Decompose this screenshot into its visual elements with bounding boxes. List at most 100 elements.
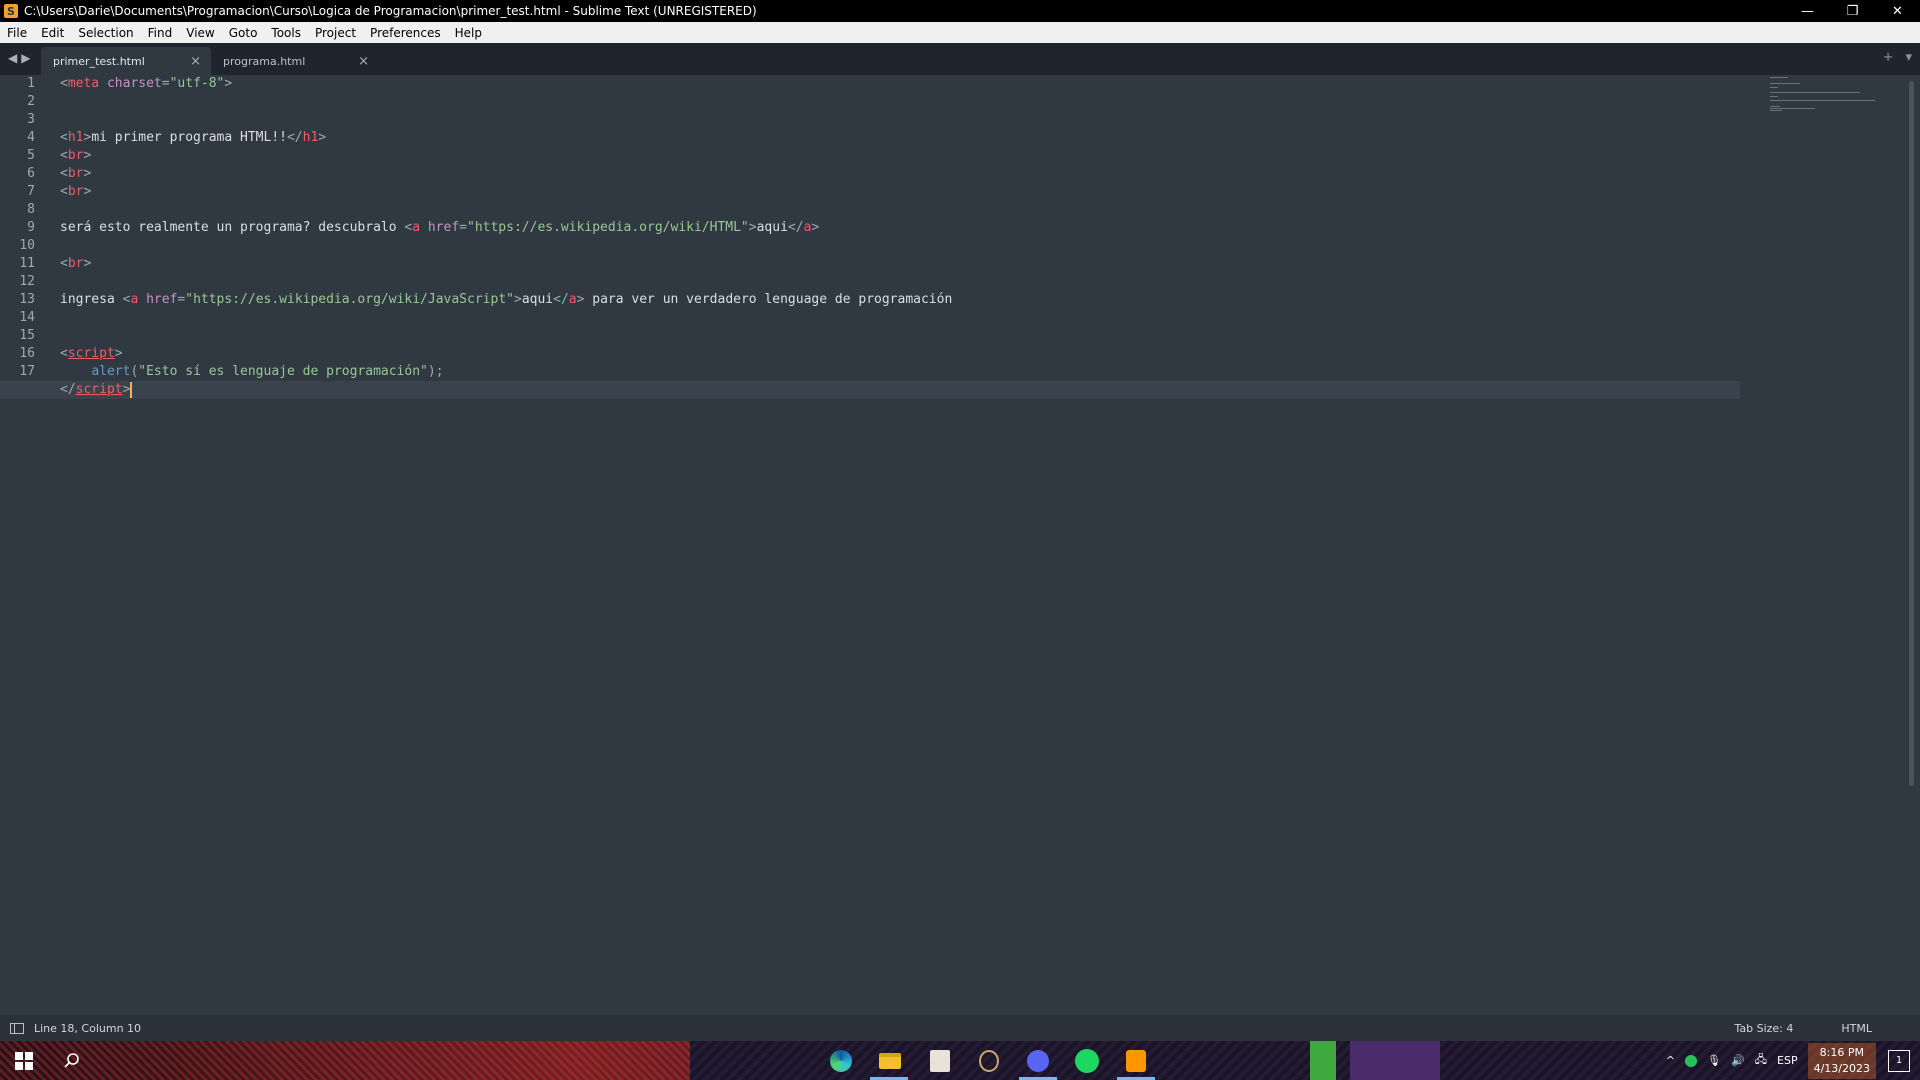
start-button[interactable] [12, 1049, 36, 1073]
tab-navigation: ◀ ▶ [8, 51, 30, 65]
sublime-icon [1126, 1050, 1146, 1072]
code-line: <meta charset="utf-8"> [60, 76, 233, 91]
menu-edit[interactable]: Edit [34, 26, 71, 40]
clock-time: 8:16 PM [1819, 1045, 1864, 1059]
line-number: 16 [19, 346, 35, 361]
code-line: será esto realmente un programa? descubr… [60, 220, 820, 235]
folder-icon [879, 1053, 901, 1069]
input-language[interactable]: ESP [1777, 1054, 1798, 1067]
spotify-taskbar-button[interactable] [1075, 1049, 1099, 1073]
minimap[interactable] [1770, 75, 1880, 135]
volume-icon[interactable]: 🔊 [1731, 1054, 1745, 1067]
tab-label: primer_test.html [53, 54, 145, 68]
title-bar: S C:\Users\Darie\Documents\Programacion\… [0, 0, 1920, 22]
code-content[interactable]: <meta charset="utf-8"> <h1>mi primer pro… [0, 75, 1740, 399]
minimap-line [1770, 106, 1780, 107]
tab-size[interactable]: Tab Size: 4 [1734, 1022, 1793, 1035]
notification-center-icon[interactable]: 1 [1888, 1049, 1910, 1072]
sublime-app-icon: S [4, 4, 18, 18]
line-number: 2 [27, 94, 35, 109]
menu-preferences[interactable]: Preferences [363, 26, 448, 40]
minimap-line [1770, 108, 1815, 109]
discord-icon [1027, 1050, 1049, 1072]
document-taskbar-button[interactable] [928, 1049, 952, 1073]
clock[interactable]: 8:16 PM 4/13/2023 [1807, 1042, 1876, 1079]
menu-view[interactable]: View [179, 26, 221, 40]
discord-taskbar-button[interactable] [1026, 1049, 1050, 1073]
line-number: 8 [27, 202, 35, 217]
status-dot-icon[interactable] [1685, 1054, 1698, 1067]
menu-tools[interactable]: Tools [264, 26, 308, 40]
sublime-taskbar-button[interactable] [1124, 1049, 1148, 1073]
line-number: 3 [27, 112, 35, 127]
line-number: 13 [19, 292, 35, 307]
nav-forward-icon[interactable]: ▶ [21, 51, 30, 65]
tab-close-icon[interactable]: × [358, 54, 369, 69]
syntax-mode[interactable]: HTML [1841, 1022, 1872, 1035]
status-bar: Line 18, Column 10 Tab Size: 4 HTML [0, 1015, 1920, 1041]
code-line: <h1>mi primer programa HTML!!</h1> [60, 130, 327, 145]
line-number: 11 [19, 256, 35, 271]
microphone-icon[interactable]: 🎙 [1707, 1054, 1721, 1067]
document-icon [930, 1050, 950, 1072]
tab-programa[interactable]: programa.html × [211, 47, 379, 75]
windows-logo-icon [15, 1052, 33, 1070]
minimap-line [1770, 83, 1800, 84]
editor-area[interactable]: 1 2 3 4 5 6 7 8 9 10 11 12 13 14 15 16 1… [0, 75, 1920, 1015]
line-number: 9 [27, 220, 35, 235]
window-title: C:\Users\Darie\Documents\Programacion\Cu… [24, 4, 757, 18]
code-line: <br> [60, 166, 92, 181]
code-line: ingresa <a href="https://es.wikipedia.or… [60, 292, 953, 307]
league-icon [979, 1050, 999, 1072]
menu-help[interactable]: Help [448, 26, 489, 40]
file-explorer-taskbar-button[interactable] [878, 1049, 902, 1073]
nav-back-icon[interactable]: ◀ [8, 51, 17, 65]
code-line: <script> [60, 346, 123, 361]
minimize-button[interactable]: — [1785, 0, 1830, 22]
menu-project[interactable]: Project [308, 26, 363, 40]
minimap-line [1770, 96, 1778, 97]
cursor-position: Line 18, Column 10 [34, 1021, 142, 1035]
new-tab-icon[interactable]: + [1883, 50, 1894, 65]
vertical-scrollbar[interactable] [1909, 81, 1914, 786]
restore-button[interactable]: ❐ [1830, 0, 1875, 22]
tab-primer-test[interactable]: primer_test.html × [41, 47, 211, 75]
menu-goto[interactable]: Goto [222, 26, 265, 40]
taskbar-wallpaper-accent [1310, 1041, 1336, 1080]
panel-toggle-icon[interactable] [10, 1022, 24, 1034]
line-number: 10 [19, 238, 35, 253]
tab-tools: + ▾ [1883, 50, 1912, 65]
minimap-line [1770, 110, 1782, 111]
network-icon[interactable]: 🖧 [1755, 1051, 1767, 1070]
code-line: alert("Esto sí es lenguaje de programaci… [91, 364, 444, 379]
edge-taskbar-button[interactable] [829, 1049, 853, 1073]
system-tray: ^ 🎙 🔊 🖧 ESP 8:16 PM 4/13/2023 1 [1666, 1041, 1920, 1080]
search-button[interactable] [60, 1049, 84, 1073]
menu-selection[interactable]: Selection [71, 26, 140, 40]
text-caret [130, 381, 133, 398]
line-number: 4 [27, 130, 35, 145]
window-controls: — ❐ ✕ [1785, 0, 1920, 22]
minimap-line [1770, 87, 1778, 88]
windows-taskbar: ^ 🎙 🔊 🖧 ESP 8:16 PM 4/13/2023 1 [0, 1041, 1920, 1080]
clock-date: 4/13/2023 [1813, 1061, 1870, 1075]
close-button[interactable]: ✕ [1875, 0, 1920, 22]
code-line: <br> [60, 256, 92, 271]
tab-bar: ◀ ▶ primer_test.html × programa.html × +… [0, 43, 1920, 75]
menu-find[interactable]: Find [141, 26, 180, 40]
tab-list-dropdown-icon[interactable]: ▾ [1905, 50, 1912, 65]
notification-count: 1 [1895, 1055, 1903, 1066]
minimap-line [1770, 100, 1875, 101]
spotify-icon [1075, 1049, 1099, 1073]
tray-chevron-icon[interactable]: ^ [1666, 1054, 1675, 1067]
tab-close-icon[interactable]: × [190, 54, 201, 69]
search-icon [64, 1053, 79, 1068]
league-of-legends-taskbar-button[interactable] [977, 1049, 1001, 1073]
menu-file[interactable]: File [0, 26, 34, 40]
line-number: 1 [27, 76, 35, 91]
